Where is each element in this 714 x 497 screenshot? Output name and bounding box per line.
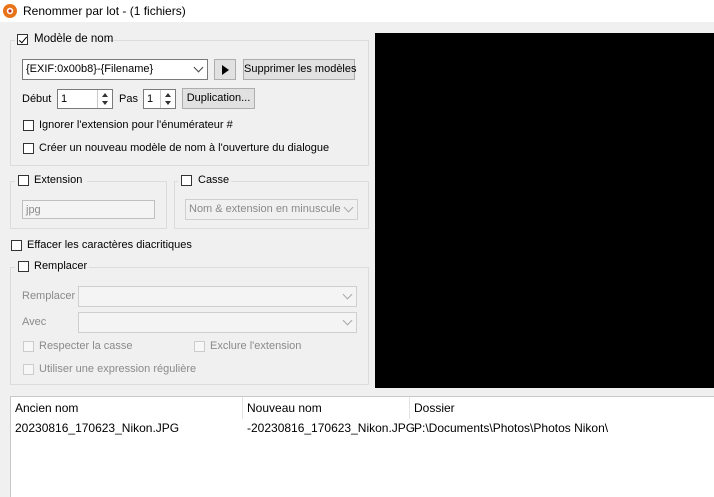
template-combo[interactable]: {EXIF:0x00b8}-{Filename}	[22, 59, 208, 80]
match-case-checkbox[interactable]	[23, 341, 34, 352]
extension-field[interactable]: jpg	[22, 200, 155, 219]
delete-templates-button[interactable]: Supprimer les modèles	[243, 59, 357, 80]
extension-value: jpg	[26, 204, 41, 216]
replace-field-label: Remplacer	[22, 290, 76, 302]
arrow-up-icon[interactable]	[165, 93, 171, 97]
diacritics-label: Effacer les caractères diacritiques	[27, 239, 192, 251]
start-label: Début	[22, 93, 52, 105]
diacritics-checkbox[interactable]	[11, 240, 22, 251]
replace-label: Remplacer	[34, 260, 88, 272]
ignore-ext-checkbox[interactable]	[23, 120, 34, 131]
extension-label: Extension	[34, 174, 83, 186]
chevron-down-icon	[343, 202, 354, 213]
new-template-checkbox[interactable]	[23, 143, 34, 154]
duplicate-button[interactable]: Duplication...	[182, 88, 255, 109]
extension-checkbox[interactable]	[18, 175, 29, 186]
cell-new-name: -20230816_170623_Nikon.JPG	[247, 421, 416, 435]
case-value: Nom & extension en minuscule	[189, 203, 341, 215]
case-label: Casse	[198, 174, 230, 186]
cell-old-name: 20230816_170623_Nikon.JPG	[15, 421, 180, 435]
replace-combo[interactable]	[78, 286, 357, 307]
step-value: 1	[147, 93, 154, 105]
replace-header: Remplacer	[15, 260, 89, 274]
app-logo-icon	[3, 4, 17, 18]
title-bar: Renommer par lot - (1 fichiers)	[0, 0, 714, 22]
pattern-header: Modèle de nom	[15, 33, 113, 47]
case-combo[interactable]: Nom & extension en minuscule	[185, 199, 358, 220]
case-checkbox[interactable]	[181, 175, 192, 186]
arrow-down-icon[interactable]	[165, 101, 171, 105]
ignore-ext-label: Ignorer l'extension pour l'énumérateur #	[39, 119, 233, 131]
step-spinner[interactable]: 1	[143, 89, 176, 109]
chevron-down-icon	[342, 289, 353, 300]
cell-folder: P:\Documents\Photos\Photos Nikon\	[414, 421, 609, 435]
start-spinner[interactable]: 1	[57, 89, 113, 109]
arrow-up-icon[interactable]	[102, 93, 108, 97]
regex-checkbox[interactable]	[23, 364, 34, 375]
template-value: {EXIF:0x00b8}-{Filename}	[26, 63, 154, 75]
exclude-ext-checkbox[interactable]	[194, 341, 205, 352]
chevron-down-icon	[342, 315, 353, 326]
new-template-label: Créer un nouveau modèle de nom à l'ouver…	[39, 142, 330, 154]
regex-label: Utiliser une expression régulière	[39, 363, 197, 375]
start-value: 1	[61, 93, 68, 105]
exclude-ext-label: Exclure l'extension	[210, 340, 302, 352]
step-label: Pas	[119, 93, 138, 105]
extension-header: Extension	[15, 174, 87, 188]
pattern-label: Modèle de nom	[34, 33, 114, 45]
table-row[interactable]: 20230816_170623_Nikon.JPG -20230816_1706…	[11, 397, 713, 437]
replace-checkbox[interactable]	[18, 261, 29, 272]
apply-template-button[interactable]	[214, 59, 236, 80]
arrow-down-icon[interactable]	[102, 101, 108, 105]
with-combo[interactable]	[78, 312, 357, 333]
file-list[interactable]: Ancien nom Nouveau nom Dossier 20230816_…	[10, 396, 714, 497]
match-case-label: Respecter la casse	[39, 340, 133, 352]
step-spin-buttons[interactable]	[160, 90, 175, 108]
start-spin-buttons[interactable]	[97, 90, 112, 108]
chevron-down-icon	[193, 62, 204, 73]
case-header: Casse	[178, 174, 231, 188]
image-preview	[375, 33, 714, 388]
with-field-label: Avec	[22, 316, 47, 328]
pattern-checkbox[interactable]	[17, 34, 28, 45]
window-title: Renommer par lot - (1 fichiers)	[23, 4, 186, 18]
play-icon	[222, 65, 229, 75]
